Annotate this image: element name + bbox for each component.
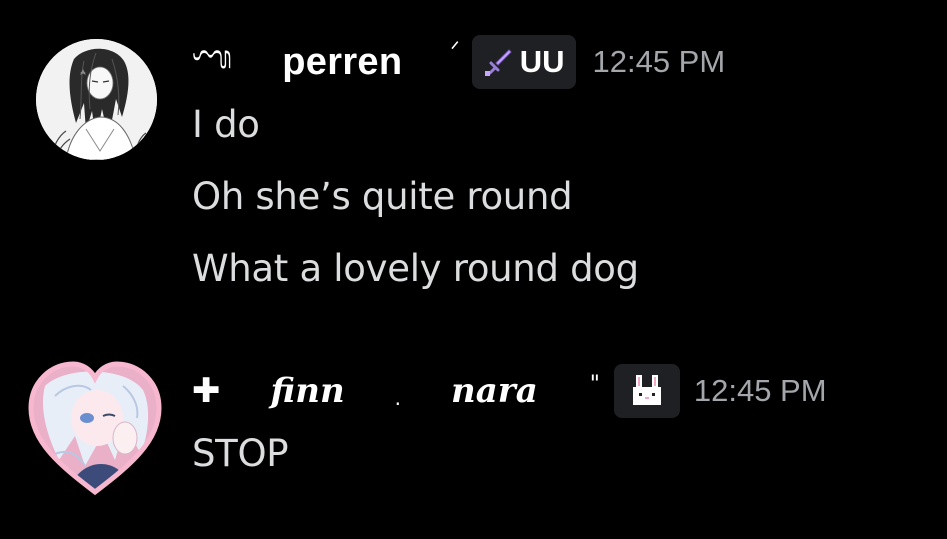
username-decoration: ᐟ xyxy=(450,37,460,63)
sword-icon xyxy=(482,46,514,78)
avatar[interactable] xyxy=(36,39,157,160)
username-decoration: " xyxy=(589,371,600,397)
message-finn-nara: ✚ finn . nara " 12:45 PM STOP xyxy=(0,340,947,539)
username-separator: . xyxy=(394,386,402,410)
username-prefix-glyph: ᬡ xyxy=(192,36,233,76)
message-line: Oh she’s quite round xyxy=(192,175,573,218)
username-part-2[interactable]: nara xyxy=(451,371,538,411)
message-line: STOP xyxy=(192,432,289,475)
avatar-illustration xyxy=(36,39,157,160)
message-perren: ᬡ perren ᐟ UU 12:45 PM I do Oh she’s qui… xyxy=(0,0,947,320)
avatar[interactable] xyxy=(25,356,165,496)
bunny-icon xyxy=(629,373,665,409)
server-tag[interactable] xyxy=(613,364,680,418)
message-header: ᬡ perren ᐟ UU 12:45 PM xyxy=(192,32,725,92)
tag-label: UU xyxy=(519,44,565,79)
username-part-1[interactable]: finn xyxy=(271,371,345,411)
server-tag[interactable]: UU xyxy=(471,35,577,89)
timestamp[interactable]: 12:45 PM xyxy=(694,373,827,409)
timestamp[interactable]: 12:45 PM xyxy=(592,44,725,80)
message-line: What a lovely round dog xyxy=(192,247,639,290)
heart-avatar-illustration xyxy=(28,361,162,496)
username-prefix-glyph: ✚ xyxy=(192,371,221,411)
message-header: ✚ finn . nara " 12:45 PM xyxy=(192,360,827,422)
username[interactable]: perren xyxy=(282,41,402,84)
message-line: I do xyxy=(192,103,260,146)
